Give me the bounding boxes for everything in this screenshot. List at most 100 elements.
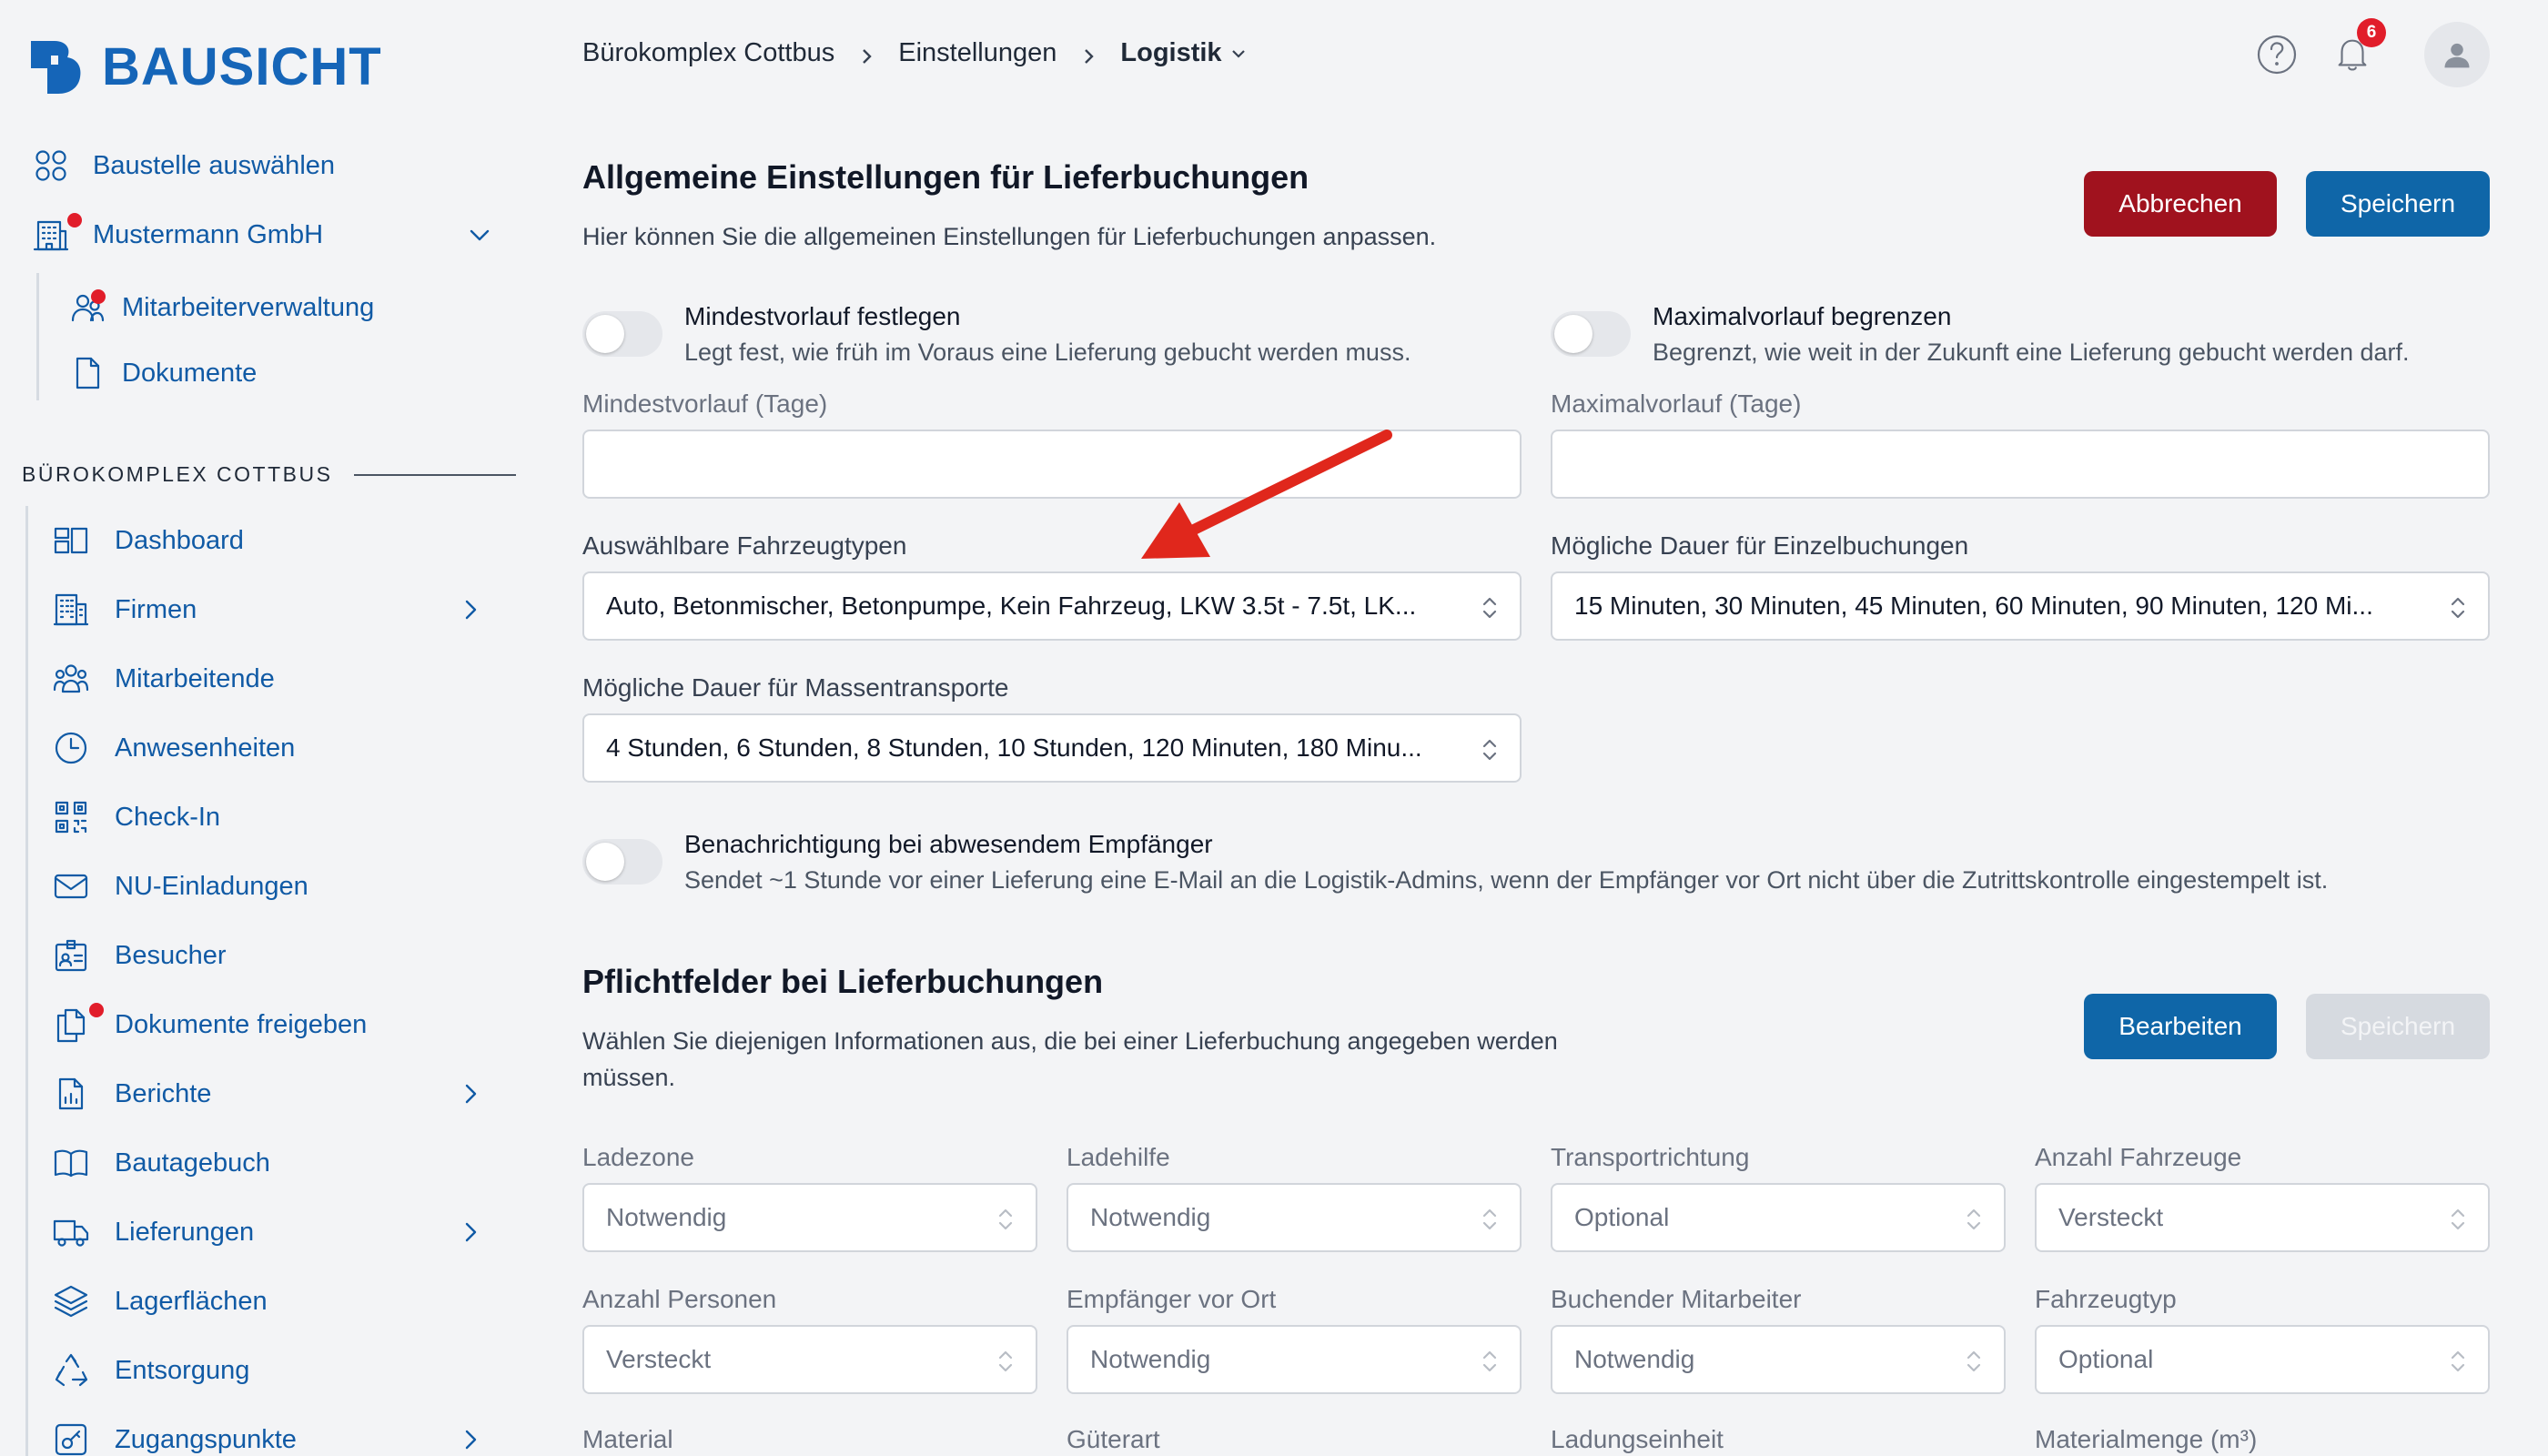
single-duration-select[interactable]: 15 Minuten, 30 Minuten, 45 Minuten, 60 M… xyxy=(1551,571,2490,641)
min-lead-input[interactable] xyxy=(582,430,1522,499)
general-settings-description: Hier können Sie die allgemeinen Einstell… xyxy=(582,223,1437,250)
divider xyxy=(354,473,517,476)
mail-icon xyxy=(51,866,91,906)
sidebar-item-baustelle-auswaehlen[interactable]: Baustelle auswählen xyxy=(31,138,335,193)
sidebar-item-nu-einladungen[interactable]: NU-Einladungen xyxy=(51,859,308,914)
field-label-transportrichtung: Transportrichtung xyxy=(1551,1143,1750,1171)
chevron-up-down-icon xyxy=(1480,1349,1500,1374)
absent-notification-title: Benachrichtigung bei abwesendem Empfänge… xyxy=(684,830,1213,858)
field-label-empfaenger-vor-ort: Empfänger vor Ort xyxy=(1067,1285,1277,1313)
save-button[interactable]: Speichern xyxy=(2306,171,2490,237)
notification-badge: 6 xyxy=(2357,18,2386,47)
breadcrumb-current-label: Logistik xyxy=(1120,38,1222,67)
sidebar-item-anwesenheiten[interactable]: Anwesenheiten xyxy=(51,721,295,775)
select-transportrichtung[interactable]: Optional xyxy=(1551,1183,2006,1252)
select-value: Versteckt xyxy=(2058,1203,2164,1231)
cancel-button[interactable]: Abbrechen xyxy=(2084,171,2277,237)
sidebar-item-label: NU-Einladungen xyxy=(115,871,308,901)
vehicle-types-select[interactable]: Auto, Betonmischer, Betonpumpe, Kein Fah… xyxy=(582,571,1522,641)
sidebar-item-label: Besucher xyxy=(115,940,227,970)
sidebar-item-entsorgung[interactable]: Entsorgung xyxy=(51,1343,249,1398)
logo[interactable]: BAUSICHT xyxy=(27,36,382,97)
sidebar-item-dokumente[interactable]: Dokumente xyxy=(67,346,257,400)
sidebar-section-title: BÜROKOMPLEX COTTBUS xyxy=(22,462,517,487)
vehicle-types-label: Auswählbare Fahrzeugtypen xyxy=(582,531,907,560)
sidebar-item-label: Baustelle auswählen xyxy=(93,150,336,180)
max-lead-toggle[interactable] xyxy=(1551,311,1631,357)
select-value: Versteckt xyxy=(606,1345,712,1373)
select-value: Optional xyxy=(1574,1203,1670,1231)
select-value: Notwendig xyxy=(1090,1345,1211,1373)
breadcrumb-item-site[interactable]: Bürokomplex Cottbus xyxy=(582,38,834,68)
sidebar-item-berichte[interactable]: Berichte xyxy=(51,1067,477,1121)
sidebar-item-label: Dokumente xyxy=(122,358,258,388)
absent-notification-description: Sendet ~1 Stunde vor einer Lieferung ein… xyxy=(684,866,2329,894)
tree-line xyxy=(36,273,39,400)
chevron-right-icon xyxy=(856,44,876,64)
book-icon xyxy=(51,1143,91,1183)
notification-dot xyxy=(67,213,82,228)
max-lead-title: Maximalvorlauf begrenzen xyxy=(1653,302,1952,330)
select-value: 4 Stunden, 6 Stunden, 8 Stunden, 10 Stun… xyxy=(606,733,1422,762)
section-title-text: BÜROKOMPLEX COTTBUS xyxy=(22,462,333,486)
select-ladehilfe[interactable]: Notwendig xyxy=(1067,1183,1522,1252)
breadcrumb-item-logistics[interactable]: Logistik xyxy=(1120,38,1247,68)
sidebar-item-label: Lieferungen xyxy=(115,1217,255,1247)
select-ladezone[interactable]: Notwendig xyxy=(582,1183,1037,1252)
chevron-right-icon xyxy=(1078,44,1098,64)
select-buchender-mitarbeiter[interactable]: Notwendig xyxy=(1551,1325,2006,1394)
select-anzahl-fahrzeuge[interactable]: Versteckt xyxy=(2035,1183,2490,1252)
building-icon xyxy=(31,213,82,255)
field-label-material: Material xyxy=(582,1425,673,1453)
save-required-button[interactable]: Speichern xyxy=(2306,994,2490,1059)
chevron-up-down-icon xyxy=(1480,1207,1500,1232)
field-label-ladehilfe: Ladehilfe xyxy=(1067,1143,1170,1171)
chevron-right-icon[interactable] xyxy=(457,1218,484,1246)
sidebar-item-check-in[interactable]: Check-In xyxy=(51,790,220,844)
sidebar-item-dashboard[interactable]: Dashboard xyxy=(51,513,244,568)
sidebar-item-lieferungen[interactable]: Lieferungen xyxy=(51,1205,477,1259)
sidebar-item-besucher[interactable]: Besucher xyxy=(51,928,227,983)
sidebar-item-mitarbeiterverwaltung[interactable]: Mitarbeiterverwaltung xyxy=(67,280,374,335)
chevron-right-icon[interactable] xyxy=(457,1080,484,1107)
users-icon xyxy=(67,288,107,328)
brand-name: BAUSICHT xyxy=(102,37,382,96)
mass-duration-select[interactable]: 4 Stunden, 6 Stunden, 8 Stunden, 10 Stun… xyxy=(582,713,1522,783)
required-fields-title: Pflichtfelder bei Lieferbuchungen xyxy=(582,963,1104,1000)
sidebar-item-bautagebuch[interactable]: Bautagebuch xyxy=(51,1136,270,1190)
max-lead-field-label: Maximalvorlauf (Tage) xyxy=(1551,389,1802,418)
user-icon xyxy=(2444,43,2470,68)
sidebar-item-label: Mustermann GmbH xyxy=(93,219,324,249)
field-label-buchender-mitarbeiter: Buchender Mitarbeiter xyxy=(1551,1285,1802,1313)
chevron-right-icon[interactable] xyxy=(457,596,484,623)
sidebar-item-firmen[interactable]: Firmen xyxy=(51,582,477,637)
edit-button[interactable]: Bearbeiten xyxy=(2084,994,2277,1059)
single-duration-label: Mögliche Dauer für Einzelbuchungen xyxy=(1551,531,1969,560)
absent-notification-toggle[interactable] xyxy=(582,839,662,885)
bausicht-logo-icon xyxy=(31,40,81,94)
max-lead-input[interactable] xyxy=(1551,430,2490,499)
sidebar-item-label: Berichte xyxy=(115,1078,212,1108)
grid-icon xyxy=(31,146,71,186)
min-lead-toggle[interactable] xyxy=(582,311,662,357)
chevron-up-down-icon xyxy=(2448,1349,2468,1374)
sidebar-item-mitarbeitende[interactable]: Mitarbeitende xyxy=(51,652,275,706)
select-anzahl-personen[interactable]: Versteckt xyxy=(582,1325,1037,1394)
help-icon[interactable] xyxy=(2255,33,2299,81)
required-fields-description-line-2: müssen. xyxy=(582,1064,676,1091)
sidebar-item-mustermann-gmbh[interactable]: Mustermann GmbH xyxy=(31,207,490,262)
chevron-up-down-icon xyxy=(1480,595,1500,621)
sidebar-item-zugangspunkte[interactable]: Zugangspunkte xyxy=(51,1412,477,1456)
sidebar-item-label: Zugangspunkte xyxy=(115,1424,297,1454)
field-label-materialmenge: Materialmenge (m³) xyxy=(2035,1425,2258,1453)
notification-dot xyxy=(91,289,106,304)
select-fahrzeugtyp[interactable]: Optional xyxy=(2035,1325,2490,1394)
avatar[interactable] xyxy=(2424,22,2490,87)
chevron-right-icon[interactable] xyxy=(457,1426,484,1453)
select-empfaenger-vor-ort[interactable]: Notwendig xyxy=(1067,1325,1522,1394)
recycle-icon xyxy=(51,1350,91,1390)
sidebar-item-lagerflaechen[interactable]: Lagerflächen xyxy=(51,1274,268,1329)
chevron-down-icon[interactable] xyxy=(466,221,493,248)
sidebar-item-dokumente-freigeben[interactable]: Dokumente freigeben xyxy=(51,997,367,1052)
breadcrumb-item-settings[interactable]: Einstellungen xyxy=(898,38,1057,68)
